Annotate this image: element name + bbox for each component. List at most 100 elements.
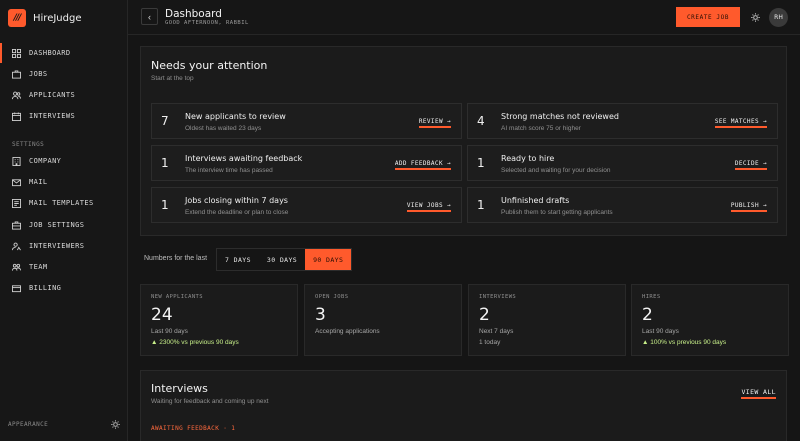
sidebar-item-job-settings[interactable]: JOB SETTINGS xyxy=(0,215,127,235)
appearance-label: APPEARANCE xyxy=(8,421,49,428)
range-7-days[interactable]: 7 DAYS xyxy=(217,249,259,270)
sidebar-item-label: MAIL TEMPLATES xyxy=(29,199,94,207)
task-count: 4 xyxy=(477,114,485,128)
interviews-subtitle: Waiting for feedback and coming up next xyxy=(151,398,269,405)
stat-value: 24 xyxy=(151,305,173,325)
task-interviews-feedback[interactable]: 1 Interviews awaiting feedback The inter… xyxy=(151,145,462,181)
stat-value: 2 xyxy=(642,305,653,325)
stat-value: 2 xyxy=(479,305,490,325)
stat-hires[interactable]: HIRES 2 Last 90 days ▲ 100% vs previous … xyxy=(631,284,789,356)
task-title: Jobs closing within 7 days xyxy=(185,196,288,205)
stat-open-jobs[interactable]: OPEN JOBS 3 Accepting applications xyxy=(304,284,462,356)
sidebar-item-label: DASHBOARD xyxy=(29,49,71,57)
stat-subtitle: Last 90 days xyxy=(151,328,188,335)
app-name: HireJudge xyxy=(33,12,82,24)
task-title: New applicants to review xyxy=(185,112,286,121)
sidebar-item-mail[interactable]: MAIL xyxy=(0,172,127,192)
theme-toggle-button[interactable] xyxy=(748,10,762,24)
sidebar-item-dashboard[interactable]: DASHBOARD xyxy=(0,43,127,63)
task-strong-matches[interactable]: 4 Strong matches not reviewed AI match s… xyxy=(467,103,778,139)
interviews-card: Interviews Waiting for feedback and comi… xyxy=(140,370,787,441)
team-icon xyxy=(12,263,21,272)
task-count: 1 xyxy=(477,156,485,170)
sidebar-item-applicants[interactable]: APPLICANTS xyxy=(0,85,127,105)
sidebar-item-label: BILLING xyxy=(29,284,62,292)
building-icon xyxy=(12,156,21,166)
attention-title: Needs your attention xyxy=(151,59,268,72)
stat-today: 1 today xyxy=(479,339,501,346)
view-all-link[interactable]: VIEW ALL xyxy=(741,388,776,399)
stat-delta: ▲ 2300% vs previous 90 days xyxy=(151,339,239,346)
stat-new-applicants[interactable]: NEW APPLICANTS 24 Last 90 days ▲ 2300% v… xyxy=(140,284,298,356)
sidebar-item-label: TEAM xyxy=(29,263,48,271)
task-description: Extend the deadline or plan to close xyxy=(185,209,289,216)
sidebar-item-billing[interactable]: BILLING xyxy=(0,278,127,298)
task-jobs-closing[interactable]: 1 Jobs closing within 7 days Extend the … xyxy=(151,187,462,223)
task-title: Interviews awaiting feedback xyxy=(185,154,303,163)
task-new-applicants[interactable]: 7 New applicants to review Oldest has wa… xyxy=(151,103,462,139)
create-job-button[interactable]: CREATE JOB xyxy=(676,7,740,27)
settings-icon xyxy=(12,220,21,230)
task-unfinished-drafts[interactable]: 1 Unfinished drafts Publish them to star… xyxy=(467,187,778,223)
chevron-left-icon: ‹ xyxy=(148,11,151,22)
card-icon xyxy=(12,284,21,293)
stat-interviews[interactable]: INTERVIEWS 2 Next 7 days 1 today xyxy=(468,284,626,356)
settings-heading: SETTINGS xyxy=(12,141,45,148)
page-title: Dashboard xyxy=(165,8,222,20)
task-description: Oldest has waited 23 days xyxy=(185,125,262,132)
back-button[interactable]: ‹ xyxy=(141,8,158,25)
sidebar-item-company[interactable]: COMPANY xyxy=(0,151,127,171)
task-count: 7 xyxy=(161,114,169,128)
task-count: 1 xyxy=(161,156,169,170)
stat-subtitle: Last 90 days xyxy=(642,328,679,335)
task-title: Ready to hire xyxy=(501,154,555,163)
template-icon xyxy=(12,198,21,208)
stat-label: HIRES xyxy=(642,294,661,300)
task-count: 1 xyxy=(161,198,169,212)
range-90-days[interactable]: 90 DAYS xyxy=(305,249,352,270)
see-matches-link[interactable]: SEE MATCHES → xyxy=(714,118,767,128)
sidebar-item-label: APPLICANTS xyxy=(29,91,76,99)
view-jobs-link[interactable]: VIEW JOBS → xyxy=(406,202,451,212)
task-description: AI match score 75 or higher xyxy=(501,125,581,132)
awaiting-feedback-label: AWAITING FEEDBACK · 1 xyxy=(151,425,236,432)
range-label: Numbers for the last xyxy=(144,255,208,262)
interviewer-icon xyxy=(12,242,21,251)
sun-icon xyxy=(750,12,760,22)
mail-icon xyxy=(12,178,21,187)
users-icon xyxy=(12,91,21,100)
sidebar-item-interviewers[interactable]: INTERVIEWERS xyxy=(0,236,127,256)
appearance-row: APPEARANCE xyxy=(8,420,120,429)
sun-icon[interactable] xyxy=(111,420,120,429)
stat-subtitle: Accepting applications xyxy=(315,328,380,335)
sidebar-item-mail-templates[interactable]: MAIL TEMPLATES xyxy=(0,193,127,213)
task-title: Unfinished drafts xyxy=(501,196,570,205)
avatar[interactable]: RH xyxy=(769,8,788,27)
publish-link[interactable]: PUBLISH → xyxy=(730,202,767,212)
range-30-days[interactable]: 30 DAYS xyxy=(259,249,305,270)
task-description: Publish them to start getting applicants xyxy=(501,209,613,216)
decide-link[interactable]: DECIDE → xyxy=(734,160,767,170)
logo-icon: /// xyxy=(8,9,26,27)
task-description: The interview time has passed xyxy=(185,167,273,174)
attention-card: Needs your attention Start at the top 7 … xyxy=(140,46,787,236)
attention-subtitle: Start at the top xyxy=(151,75,194,82)
greeting: GOOD AFTERNOON, RABBIL xyxy=(165,20,249,26)
sidebar-item-label: INTERVIEWERS xyxy=(29,242,85,250)
sidebar-item-label: COMPANY xyxy=(29,157,62,165)
task-ready-to-hire[interactable]: 1 Ready to hire Selected and waiting for… xyxy=(467,145,778,181)
sidebar-item-interviews[interactable]: INTERVIEWS xyxy=(0,106,127,126)
interviews-title: Interviews xyxy=(151,382,208,395)
top-bar: ‹ Dashboard GOOD AFTERNOON, RABBIL CREAT… xyxy=(128,0,800,35)
add-feedback-link[interactable]: ADD FEEDBACK → xyxy=(394,160,451,170)
review-link[interactable]: REVIEW → xyxy=(418,118,451,128)
sidebar-item-team[interactable]: TEAM xyxy=(0,257,127,277)
task-title: Strong matches not reviewed xyxy=(501,112,619,121)
stat-subtitle: Next 7 days xyxy=(479,328,514,335)
sidebar-item-label: JOBS xyxy=(29,70,48,78)
stat-label: INTERVIEWS xyxy=(479,294,517,300)
brand[interactable]: /// HireJudge xyxy=(8,9,81,27)
stat-delta: ▲ 100% vs previous 90 days xyxy=(642,339,727,346)
briefcase-icon xyxy=(12,69,21,79)
sidebar-item-jobs[interactable]: JOBS xyxy=(0,64,127,84)
